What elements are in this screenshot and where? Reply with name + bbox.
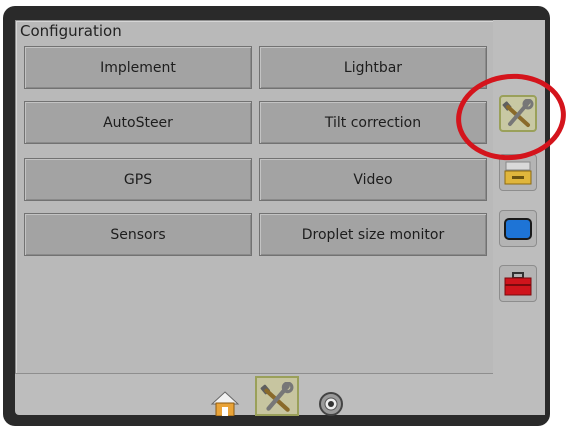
console-icon <box>504 161 532 184</box>
panel-title: Configuration <box>20 22 122 40</box>
configuration-panel: Configuration Implement Lightbar AutoSte… <box>15 20 495 374</box>
tools-icon <box>260 382 294 412</box>
sensors-button[interactable]: Sensors <box>24 213 252 256</box>
toolbox-icon <box>504 271 532 295</box>
side-tab-display[interactable] <box>499 210 537 247</box>
implement-button[interactable]: Implement <box>24 46 252 89</box>
autosteer-button[interactable]: AutoSteer <box>24 101 252 144</box>
bottom-tab-home[interactable] <box>203 376 247 416</box>
camera-icon <box>319 392 343 416</box>
screen-icon <box>504 217 532 240</box>
side-tab-tools[interactable] <box>499 265 537 302</box>
device-bezel: Configuration Implement Lightbar AutoSte… <box>3 6 550 426</box>
bottom-tab-camera[interactable] <box>309 376 353 416</box>
tilt-correction-button[interactable]: Tilt correction <box>259 101 487 144</box>
bottom-tab-bar <box>193 372 369 416</box>
droplet-size-monitor-button[interactable]: Droplet size monitor <box>259 213 487 256</box>
screen: Configuration Implement Lightbar AutoSte… <box>15 20 545 416</box>
bottom-tab-configuration[interactable] <box>255 376 299 416</box>
video-button[interactable]: Video <box>259 158 487 201</box>
lightbar-button[interactable]: Lightbar <box>259 46 487 89</box>
gps-button[interactable]: GPS <box>24 158 252 201</box>
home-icon <box>210 391 240 416</box>
